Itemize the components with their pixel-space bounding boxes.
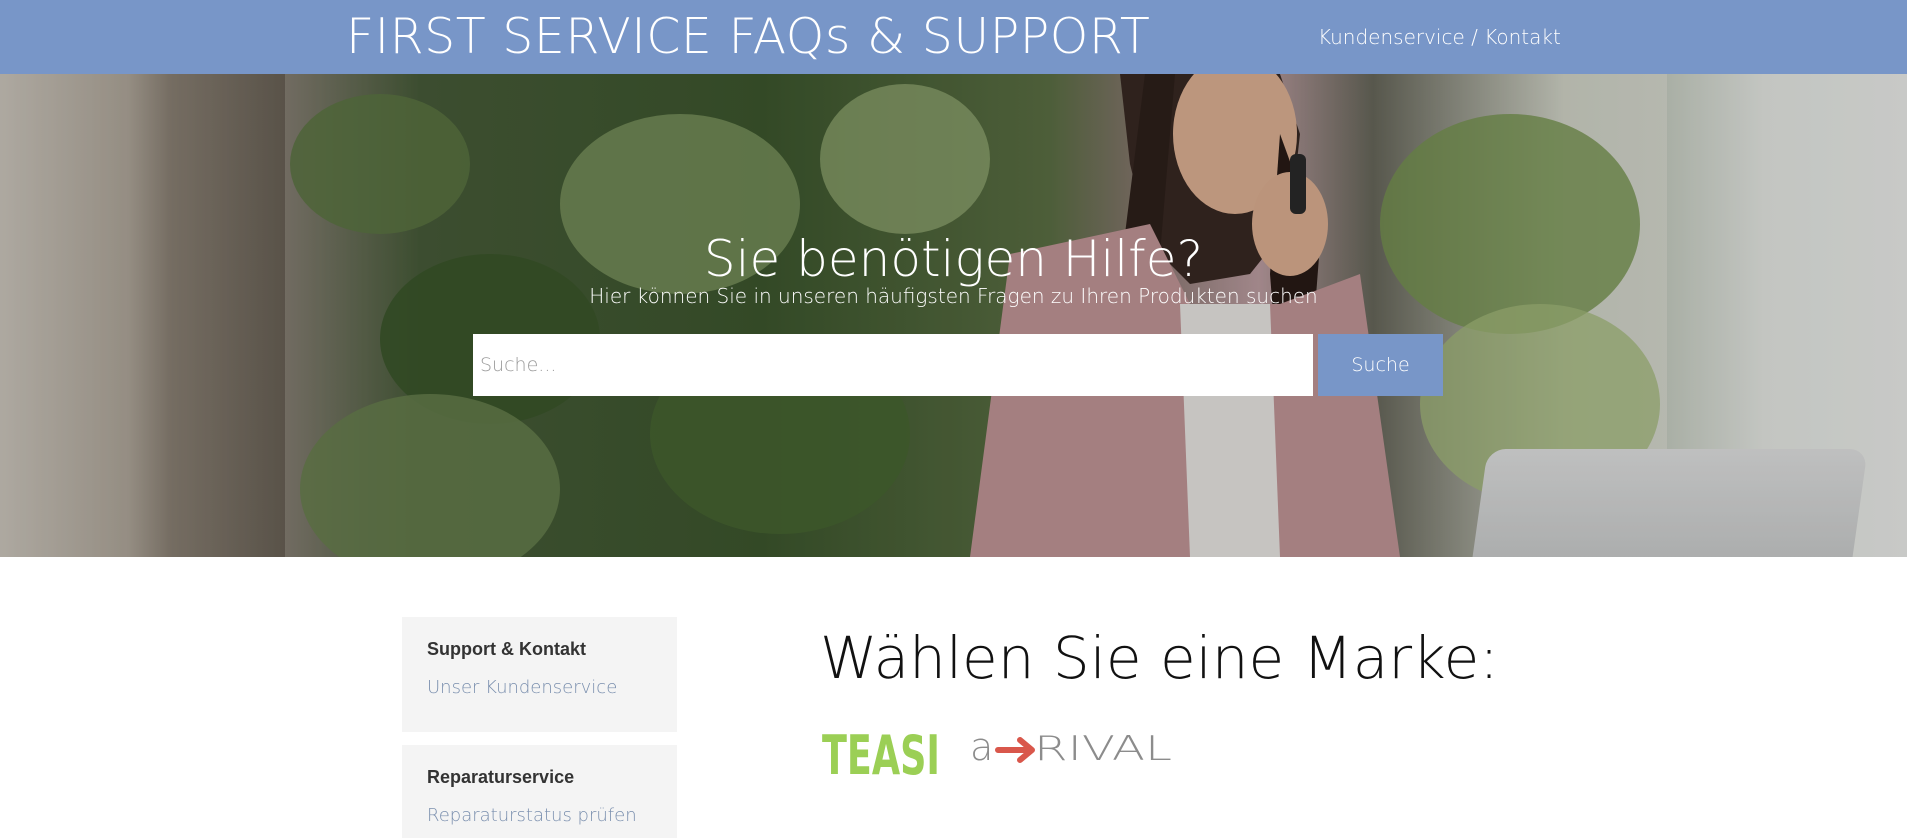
search-button[interactable]: Suche bbox=[1318, 334, 1443, 396]
brand-logo-teasi[interactable]: TEASI bbox=[820, 716, 942, 782]
brand-heading: Wählen Sie eine Marke: bbox=[820, 624, 1499, 692]
hero-subheading: Hier können Sie in unseren häufigsten Fr… bbox=[589, 284, 1318, 308]
brand-logo-arrival[interactable]: a RIVAL bbox=[970, 728, 1175, 768]
hero-banner: Sie benötigen Hilfe? Hier können Sie in … bbox=[0, 74, 1907, 557]
sidebar-link-kundenservice[interactable]: Unser Kundenservice bbox=[427, 677, 652, 698]
sidebar-link-reparaturstatus[interactable]: Reparaturstatus prüfen bbox=[427, 805, 652, 826]
sidebar-card-heading: Reparaturservice bbox=[427, 767, 575, 787]
page: FIRST SERVICE FAQs & SUPPORT Kundenservi… bbox=[0, 0, 1907, 838]
site-title[interactable]: FIRST SERVICE FAQs & SUPPORT bbox=[346, 8, 1150, 65]
search-input[interactable] bbox=[473, 334, 1313, 396]
contact-link[interactable]: Kundenservice / Kontakt bbox=[1318, 25, 1561, 49]
sidebar-card-heading: Support & Kontakt bbox=[427, 639, 586, 659]
svg-text:TEASI: TEASI bbox=[822, 724, 940, 782]
svg-text:RIVAL: RIVAL bbox=[1034, 729, 1172, 768]
svg-text:a: a bbox=[970, 728, 993, 768]
sidebar-card-repair: Reparaturservice Reparaturstatus prüfen bbox=[402, 745, 677, 838]
sidebar-card-support: Support & Kontakt Unser Kundenservice bbox=[402, 617, 677, 732]
top-bar: FIRST SERVICE FAQs & SUPPORT Kundenservi… bbox=[0, 0, 1907, 74]
hero-heading: Sie benötigen Hilfe? bbox=[703, 230, 1204, 288]
hero-overlay bbox=[0, 74, 1907, 557]
